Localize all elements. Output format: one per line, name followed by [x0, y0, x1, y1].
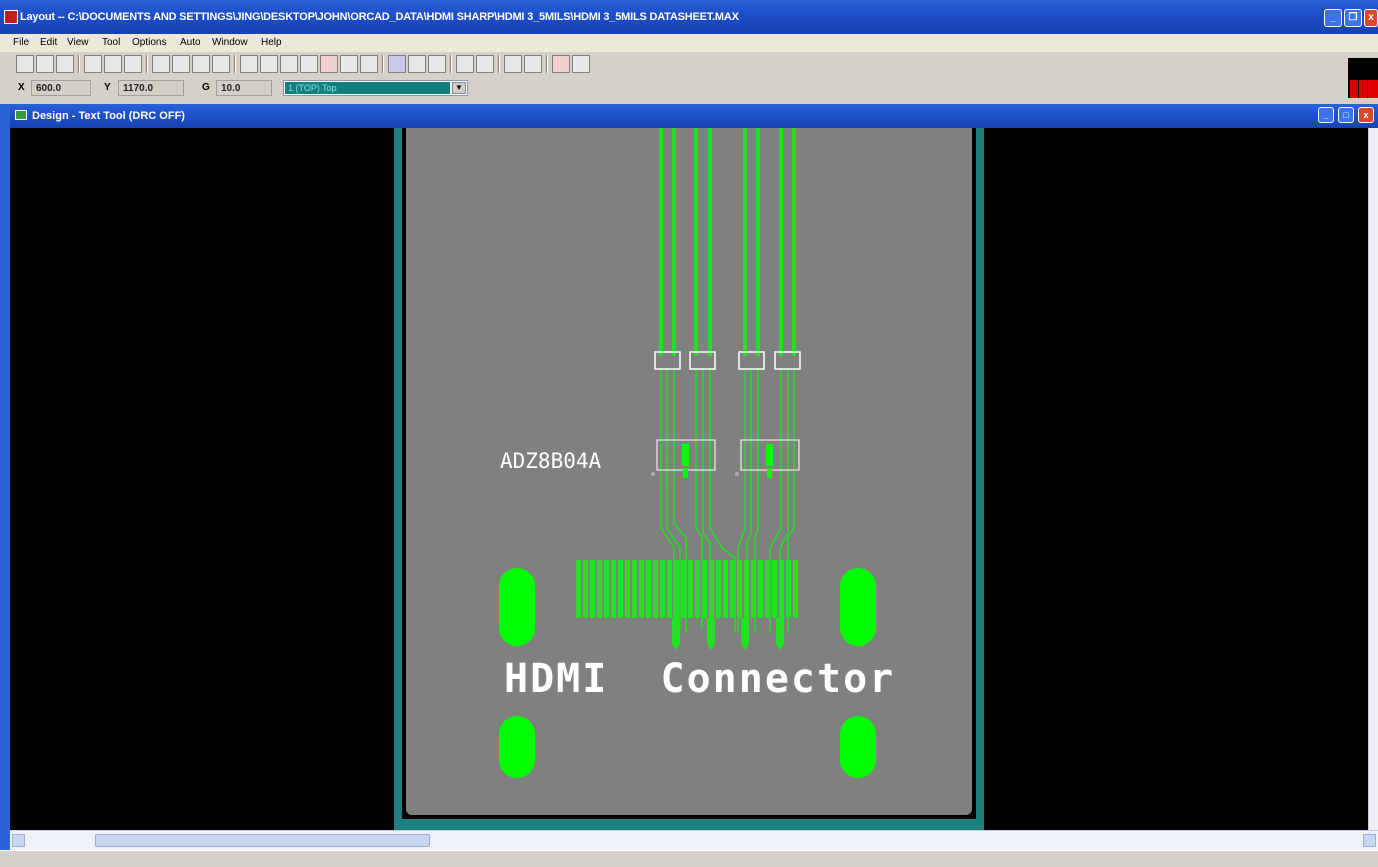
scroll-left-arrow[interactable]: [12, 834, 25, 847]
toolbar: [0, 52, 1378, 78]
menu-edit[interactable]: Edit: [40, 37, 57, 48]
save-icon[interactable]: [36, 55, 54, 73]
layer-select[interactable]: 1 (TOP) Top ▼: [283, 80, 468, 96]
design-minimize-button[interactable]: _: [1318, 107, 1334, 123]
zoom-out-icon[interactable]: [192, 55, 210, 73]
menu-options[interactable]: Options: [132, 37, 166, 48]
design-window-title-bar[interactable]: Design - Text Tool (DRC OFF) _ □ x: [10, 104, 1378, 128]
toolbar-separator: [498, 55, 500, 73]
window-title: Layout -- C:\DOCUMENTS AND SETTINGS\JING…: [20, 11, 739, 23]
menu-file[interactable]: File: [13, 37, 29, 48]
scroll-thumb[interactable]: [95, 834, 430, 847]
zoom-fit-icon[interactable]: [212, 55, 230, 73]
design-window-icon[interactable]: [15, 110, 27, 120]
connector-label[interactable]: HDMI Connector: [504, 656, 895, 702]
component-pad: [683, 468, 688, 478]
component-pad: [682, 444, 689, 466]
pin1-marker: [735, 472, 739, 476]
scroll-right-arrow[interactable]: [1363, 834, 1376, 847]
pcb-view[interactable]: ADZ8B04A HDMI Connector: [10, 128, 1368, 830]
title-bar[interactable]: Layout -- C:\DOCUMENTS AND SETTINGS\JING…: [0, 0, 1378, 34]
mdi-frame: [0, 104, 10, 864]
toolbar-separator: [450, 55, 452, 73]
y-coordinate: 1170.0: [118, 80, 184, 96]
design-window-title: Design - Text Tool (DRC OFF): [32, 110, 185, 122]
horizontal-scrollbar[interactable]: [10, 830, 1378, 850]
menu-view[interactable]: View: [67, 37, 89, 48]
close-button[interactable]: x: [1364, 9, 1378, 27]
online-drc-icon[interactable]: [476, 55, 494, 73]
menu-help[interactable]: Help: [261, 37, 282, 48]
component-pad: [767, 468, 772, 478]
menu-auto[interactable]: Auto: [180, 37, 201, 48]
x-coordinate: 600.0: [31, 80, 91, 96]
grid-label: G: [202, 82, 210, 93]
text-tool-icon[interactable]: [320, 55, 338, 73]
query-icon[interactable]: [240, 55, 258, 73]
minimize-button[interactable]: _: [1324, 9, 1342, 27]
y-label: Y: [104, 82, 111, 93]
zoom-in-icon[interactable]: [172, 55, 190, 73]
layer-selected-value: 1 (TOP) Top: [285, 82, 450, 94]
find-icon[interactable]: [104, 55, 122, 73]
component-icon[interactable]: [260, 55, 278, 73]
pin1-marker: [651, 472, 655, 476]
toolbar-separator: [234, 55, 236, 73]
pad-icon[interactable]: [280, 55, 298, 73]
color-icon[interactable]: [388, 55, 406, 73]
delete-icon[interactable]: [84, 55, 102, 73]
vertical-scrollbar[interactable]: [1368, 128, 1378, 830]
route-icon[interactable]: [504, 55, 522, 73]
toolbar-separator: [382, 55, 384, 73]
auto-route-icon[interactable]: [572, 55, 590, 73]
x-label: X: [18, 82, 25, 93]
toolbar-separator: [78, 55, 80, 73]
restore-button[interactable]: ❐: [1344, 9, 1362, 27]
coordinate-bar: X 600.0 Y 1170.0 G 10.0: [0, 78, 1378, 98]
design-maximize-button[interactable]: □: [1338, 107, 1354, 123]
obstacle-icon[interactable]: [300, 55, 318, 73]
palette-swatch: [1359, 80, 1367, 98]
reconnect-icon[interactable]: [408, 55, 426, 73]
layout-window: Layout -- C:\DOCUMENTS AND SETTINGS\JING…: [0, 0, 1378, 867]
design-close-button[interactable]: x: [1358, 107, 1374, 123]
board-surface: [406, 128, 972, 815]
color-palette: [1348, 58, 1378, 98]
error-icon[interactable]: [360, 55, 378, 73]
toolbar-separator: [146, 55, 148, 73]
chevron-down-icon[interactable]: ▼: [452, 82, 466, 94]
part-label[interactable]: ADZ8B04A: [500, 449, 602, 473]
menu-window[interactable]: Window: [212, 37, 248, 48]
menu-tool[interactable]: Tool: [102, 37, 120, 48]
grid-value: 10.0: [216, 80, 272, 96]
component-pad: [766, 444, 773, 466]
spreadsheet-icon[interactable]: [124, 55, 142, 73]
palette-swatch: [1368, 80, 1378, 98]
layers-icon[interactable]: [428, 55, 446, 73]
toolbar-separator: [546, 55, 548, 73]
connection-icon[interactable]: [340, 55, 358, 73]
status-bar: [0, 850, 1378, 867]
refresh-icon[interactable]: [456, 55, 474, 73]
palette-swatch: [1350, 80, 1358, 98]
drc-icon[interactable]: [552, 55, 570, 73]
shove-icon[interactable]: [524, 55, 542, 73]
app-icon[interactable]: [4, 10, 18, 24]
menu-bar: File Edit View Tool Options Auto Window …: [0, 34, 1378, 52]
open-icon[interactable]: [16, 55, 34, 73]
print-icon[interactable]: [56, 55, 74, 73]
grid-icon[interactable]: [152, 55, 170, 73]
design-canvas[interactable]: ADZ8B04A HDMI Connector: [10, 128, 1368, 830]
